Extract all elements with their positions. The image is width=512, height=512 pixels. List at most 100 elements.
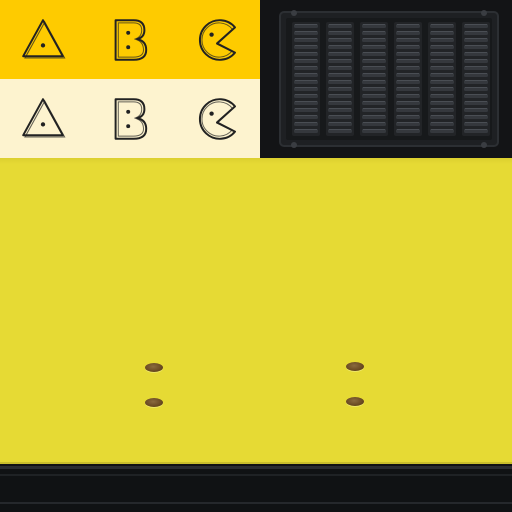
louver-highlight — [431, 45, 453, 46]
louver-highlight — [431, 73, 453, 74]
louver-highlight — [363, 38, 385, 39]
louver-highlight — [397, 31, 419, 32]
icon-cell-triangle — [0, 0, 87, 79]
louver-highlight — [397, 38, 419, 39]
louver-highlight — [329, 122, 351, 123]
louver-highlight — [397, 73, 419, 74]
louver-highlight — [363, 122, 385, 123]
louver-highlight — [329, 24, 351, 25]
louver-highlight — [363, 31, 385, 32]
pacman-icon — [198, 18, 236, 61]
louver-highlight — [397, 52, 419, 53]
louver-highlight — [329, 101, 351, 102]
louver-highlight — [295, 115, 317, 116]
louver-highlight — [465, 122, 487, 123]
pacman-icon — [198, 97, 236, 140]
louver-highlight — [465, 101, 487, 102]
rivet-icon — [145, 363, 163, 372]
louver-highlight — [295, 80, 317, 81]
screw-icon — [291, 142, 297, 148]
louver-highlight — [465, 38, 487, 39]
icon-cell-triangle — [0, 79, 87, 158]
louver-highlight — [295, 101, 317, 102]
louver-highlight — [363, 80, 385, 81]
louver-highlight — [431, 80, 453, 81]
louver-highlight — [329, 129, 351, 130]
rivet-icon — [346, 362, 364, 371]
icon-panel — [0, 0, 260, 158]
icon-cell-pacman — [173, 0, 260, 79]
louver-highlight — [397, 122, 419, 123]
louver-highlight — [431, 115, 453, 116]
icon-row-bottom — [0, 79, 260, 158]
louver-highlight — [465, 80, 487, 81]
trim-edge — [0, 462, 512, 464]
triangle-icon — [22, 18, 66, 59]
screw-icon — [291, 10, 297, 16]
icon-cell-pacman — [173, 79, 260, 158]
louver-highlight — [329, 108, 351, 109]
louver-highlight — [465, 94, 487, 95]
louver-highlight — [431, 87, 453, 88]
rivet-icon — [145, 398, 163, 407]
louver-highlight — [329, 80, 351, 81]
louver-highlight — [295, 52, 317, 53]
louver-highlight — [465, 31, 487, 32]
rivet-icon — [346, 397, 364, 406]
louver-highlight — [465, 24, 487, 25]
louver-highlight — [465, 52, 487, 53]
louver-highlight — [465, 45, 487, 46]
louver-highlight — [295, 66, 317, 67]
louver-highlight — [431, 59, 453, 60]
trim-line — [0, 474, 512, 476]
louver-highlight — [329, 38, 351, 39]
louver-highlight — [431, 108, 453, 109]
louver-highlight — [397, 45, 419, 46]
louver-highlight — [465, 108, 487, 109]
louver-highlight — [397, 129, 419, 130]
louver-highlight — [431, 129, 453, 130]
louver-highlight — [397, 115, 419, 116]
louver-highlight — [295, 24, 317, 25]
louver-highlight — [397, 59, 419, 60]
louver-highlight — [397, 24, 419, 25]
louver-highlight — [431, 101, 453, 102]
louver-highlight — [363, 94, 385, 95]
louver-highlight — [329, 66, 351, 67]
louver-highlight — [295, 94, 317, 95]
louver-highlight — [329, 52, 351, 53]
louver-highlight — [431, 31, 453, 32]
louver-highlight — [363, 108, 385, 109]
louver-highlight — [465, 115, 487, 116]
louver-highlight — [397, 108, 419, 109]
louver-highlight — [397, 101, 419, 102]
louver-highlight — [363, 101, 385, 102]
louver-highlight — [431, 66, 453, 67]
louver-highlight — [363, 129, 385, 130]
trim-line — [0, 466, 512, 469]
triangle-icon — [22, 97, 66, 138]
trim-line — [0, 502, 512, 504]
louver-highlight — [363, 45, 385, 46]
vent-panel — [260, 0, 512, 158]
louver-highlight — [363, 87, 385, 88]
louver-highlight — [397, 87, 419, 88]
bottom-trim-strip — [0, 462, 512, 512]
louver-highlight — [397, 94, 419, 95]
louver-highlight — [295, 45, 317, 46]
louver-highlight — [329, 115, 351, 116]
louver-highlight — [329, 59, 351, 60]
b-shape-icon — [114, 97, 148, 140]
louver-highlight — [329, 45, 351, 46]
louver-highlight — [329, 94, 351, 95]
louver-highlight — [295, 59, 317, 60]
louver-highlight — [397, 80, 419, 81]
louver-highlight — [363, 59, 385, 60]
louver-highlight — [329, 87, 351, 88]
louver-highlight — [295, 87, 317, 88]
icon-cell-b — [87, 0, 174, 79]
louver-highlight — [295, 38, 317, 39]
louver-highlight — [431, 52, 453, 53]
screw-icon — [481, 10, 487, 16]
screw-icon — [481, 142, 487, 148]
